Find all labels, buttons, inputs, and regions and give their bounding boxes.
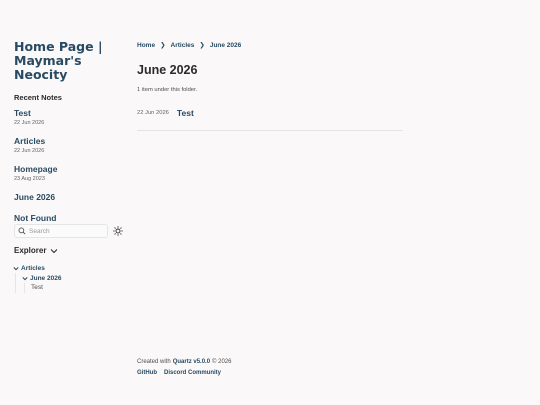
github-link[interactable]: GitHub — [137, 370, 157, 376]
chevron-down-icon — [22, 276, 28, 280]
breadcrumb: Home ❯ Articles ❯ June 2026 — [137, 40, 403, 50]
list-item-date: 22 Jun 2026 — [137, 110, 169, 116]
search-input[interactable]: Search — [14, 224, 108, 238]
recent-note-date: 23 Aug 2023 — [14, 176, 45, 182]
recent-notes-heading: Recent Notes — [14, 93, 62, 102]
left-sidebar: Home Page | Maymar's Neocity Recent Note… — [14, 40, 126, 234]
discord-link[interactable]: Discord Community — [164, 370, 221, 376]
divider — [137, 130, 403, 131]
breadcrumb-separator: ❯ — [160, 42, 166, 49]
recent-note-title[interactable]: June 2026 — [14, 192, 126, 203]
recent-note-title[interactable]: Homepage — [14, 164, 126, 175]
chevron-down-icon — [13, 266, 19, 270]
theme-toggle-button[interactable] — [113, 226, 123, 236]
breadcrumb-current: June 2026 — [209, 41, 242, 49]
tree-children: June 2026 Test — [15, 273, 61, 293]
list-item: 22 Jun 2026 Test — [137, 108, 403, 118]
recent-note-item: Not Found — [14, 213, 126, 224]
tree-file-test[interactable]: Test — [31, 283, 61, 293]
recent-note-date: 22 Jun 2026 — [14, 148, 45, 154]
tree-folder-label: Articles — [21, 264, 45, 272]
page-title: June 2026 — [137, 63, 198, 77]
list-item-title-link[interactable]: Test — [177, 108, 194, 118]
recent-note-date: 22 Jun 2026 — [14, 120, 45, 126]
footer-copyright: © 2026 — [212, 359, 232, 365]
explorer-title: Explorer — [14, 246, 47, 255]
explorer-toggle[interactable]: Explorer — [14, 246, 58, 255]
recent-notes-list: Test 22 Jun 2026 Articles 22 Jun 2026 Ho… — [14, 108, 126, 224]
recent-note-item: June 2026 — [14, 192, 126, 203]
tree-subfolder-children: Test — [24, 283, 61, 293]
breadcrumb-separator: ❯ — [199, 42, 205, 49]
recent-note-title[interactable]: Articles — [14, 136, 126, 147]
sun-icon — [113, 226, 123, 236]
recent-note-item: Homepage 23 Aug 2023 — [14, 164, 126, 183]
recent-note-item: Articles 22 Jun 2026 — [14, 136, 126, 155]
tree-folder-articles[interactable]: Articles — [13, 263, 61, 273]
tree-folder-label: June 2026 — [30, 274, 62, 282]
footer-credit: Created with Quartz v5.0.0 © 2026 — [137, 358, 231, 366]
recent-note-item: Test 22 Jun 2026 — [14, 108, 126, 127]
site-title-link[interactable]: Home Page | Maymar's Neocity — [14, 40, 126, 82]
footer-links: GitHub Discord Community — [137, 370, 231, 376]
tree-folder-june-2026[interactable]: June 2026 — [22, 273, 61, 283]
search-icon — [18, 227, 26, 235]
quartz-link[interactable]: Quartz v5.0.0 — [173, 359, 210, 365]
recent-note-title[interactable]: Test — [14, 108, 126, 119]
breadcrumb-home[interactable]: Home — [137, 42, 155, 49]
search-placeholder: Search — [29, 227, 50, 235]
folder-item-count: 1 item under this folder. — [137, 87, 198, 93]
search-row: Search — [14, 224, 123, 238]
explorer-tree: Articles June 2026 Test — [13, 263, 61, 293]
chevron-down-icon — [51, 248, 58, 253]
main-content: Home ❯ Articles ❯ June 2026 June 2026 1 … — [137, 40, 403, 131]
breadcrumb-articles[interactable]: Articles — [171, 42, 195, 49]
footer-created-prefix: Created with — [137, 359, 171, 365]
recent-note-title[interactable]: Not Found — [14, 213, 126, 224]
footer: Created with Quartz v5.0.0 © 2026 GitHub… — [137, 358, 231, 376]
